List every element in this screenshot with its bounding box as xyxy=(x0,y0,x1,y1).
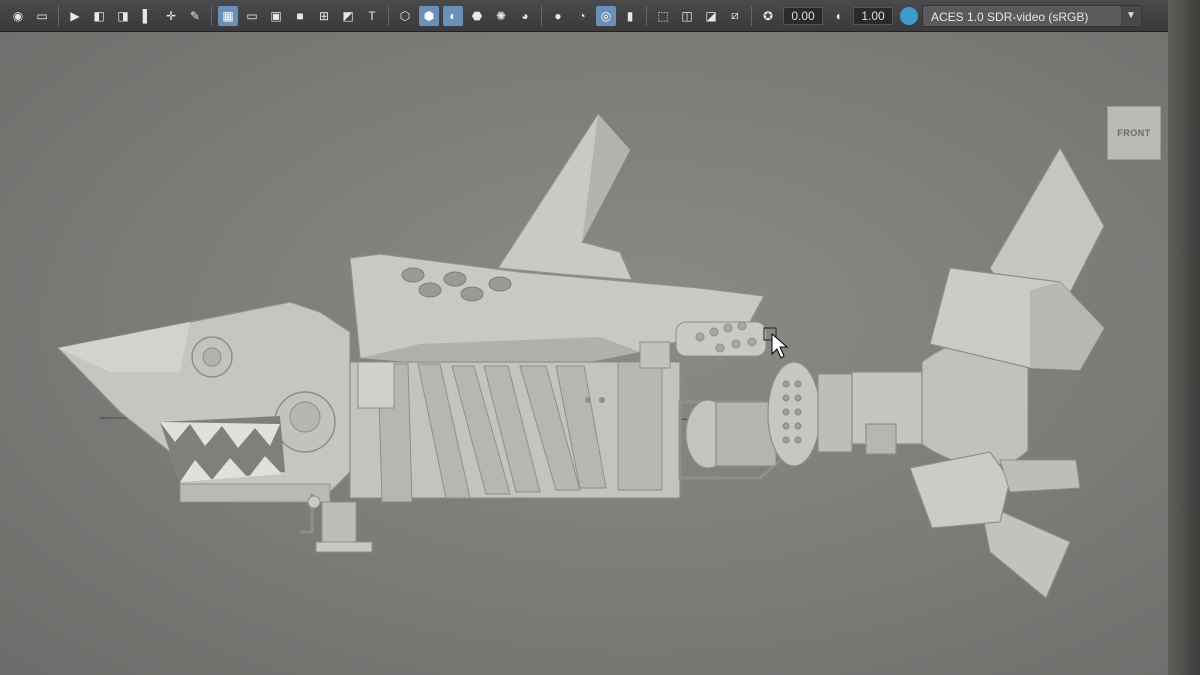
viewport-toolbar: ◉ ▭ ▶ ◧ ◨ ▌ ✛ ✎ ▦ ▭ ▣ ■ ⊞ ◩ T ⬡ ⬢ ◐ ⬣ ✺ … xyxy=(0,0,1200,32)
toolbar-divider xyxy=(388,5,389,26)
depth-of-field-icon[interactable]: ▮ xyxy=(620,6,640,26)
film-gate-icon[interactable]: ▭ xyxy=(242,6,262,26)
grid-icon[interactable]: ▦ xyxy=(218,5,238,26)
gamma-field[interactable] xyxy=(853,6,893,25)
safe-title-icon[interactable]: T xyxy=(362,6,382,26)
shadows-icon[interactable]: ◕ xyxy=(515,6,535,26)
chevron-down-icon[interactable]: ▼ xyxy=(1121,5,1141,26)
2d-pan-zoom-icon[interactable]: ✎ xyxy=(185,6,205,26)
wireframe-on-shaded-icon[interactable]: ◐ xyxy=(443,5,463,26)
use-all-lights-icon[interactable]: ✺ xyxy=(491,6,511,26)
field-chart-icon[interactable]: ⊞ xyxy=(314,6,334,26)
smooth-shade-icon[interactable]: ⬢ xyxy=(419,5,439,26)
shark-gun-model[interactable] xyxy=(0,32,1168,675)
xray-active-component-icon[interactable]: ◪ xyxy=(701,6,721,26)
mouse-cursor-icon xyxy=(763,327,789,359)
isolate-select-icon[interactable]: ⬚ xyxy=(653,6,673,26)
safe-action-icon[interactable]: ◩ xyxy=(338,6,358,26)
color-space-label: ACES 1.0 SDR-video (sRGB) xyxy=(931,9,1089,24)
3d-viewport[interactable]: FRONT xyxy=(0,32,1168,675)
toolbar-divider xyxy=(751,5,752,26)
camera-lock-icon[interactable]: ◧ xyxy=(89,6,109,26)
camera-attributes-icon[interactable]: ▭ xyxy=(32,6,52,26)
toolbar-divider xyxy=(211,5,212,26)
color-management-icon[interactable] xyxy=(900,6,918,25)
wireframe-icon[interactable]: ⬡ xyxy=(395,6,415,26)
resolution-gate-icon[interactable]: ▣ xyxy=(266,6,286,26)
select-camera-icon[interactable]: ◉ xyxy=(8,6,28,26)
textured-icon[interactable]: ⬣ xyxy=(467,6,487,26)
exposure-field[interactable] xyxy=(783,6,823,25)
monitor-edge xyxy=(1168,0,1200,675)
exposure-icon[interactable]: ✪ xyxy=(758,6,778,26)
gate-mask-icon[interactable]: ■ xyxy=(290,6,310,26)
lower-tail-spike xyxy=(999,459,1081,493)
gamma-icon[interactable]: ◖ xyxy=(828,6,848,26)
toolbar-divider xyxy=(541,5,542,26)
ambient-occlusion-icon[interactable]: ● xyxy=(548,6,568,26)
anti-aliasing-icon[interactable]: ◎ xyxy=(596,5,616,26)
camera-icon[interactable]: ▶ xyxy=(65,6,85,26)
color-space-dropdown[interactable]: ACES 1.0 SDR-video (sRGB) ▼ xyxy=(922,4,1142,27)
view-cube-label: FRONT xyxy=(1117,128,1151,138)
rear-mechanism xyxy=(678,361,923,480)
barrel-strap xyxy=(357,361,395,409)
view-cube[interactable]: FRONT xyxy=(1107,106,1161,160)
xray-icon[interactable]: ◫ xyxy=(677,6,697,26)
jaw-band xyxy=(179,483,331,503)
toolbar-divider xyxy=(58,5,59,26)
xray-joints-icon[interactable]: ⧄ xyxy=(725,6,745,26)
bookmark-icon[interactable]: ▌ xyxy=(137,6,157,26)
toolbar-divider xyxy=(646,5,647,26)
image-plane-icon[interactable]: ✛ xyxy=(161,6,181,26)
lower-tail-clamp xyxy=(909,451,1011,529)
motion-blur-icon[interactable]: ◔ xyxy=(572,6,592,26)
bookmark-camera-icon[interactable]: ◨ xyxy=(113,6,133,26)
